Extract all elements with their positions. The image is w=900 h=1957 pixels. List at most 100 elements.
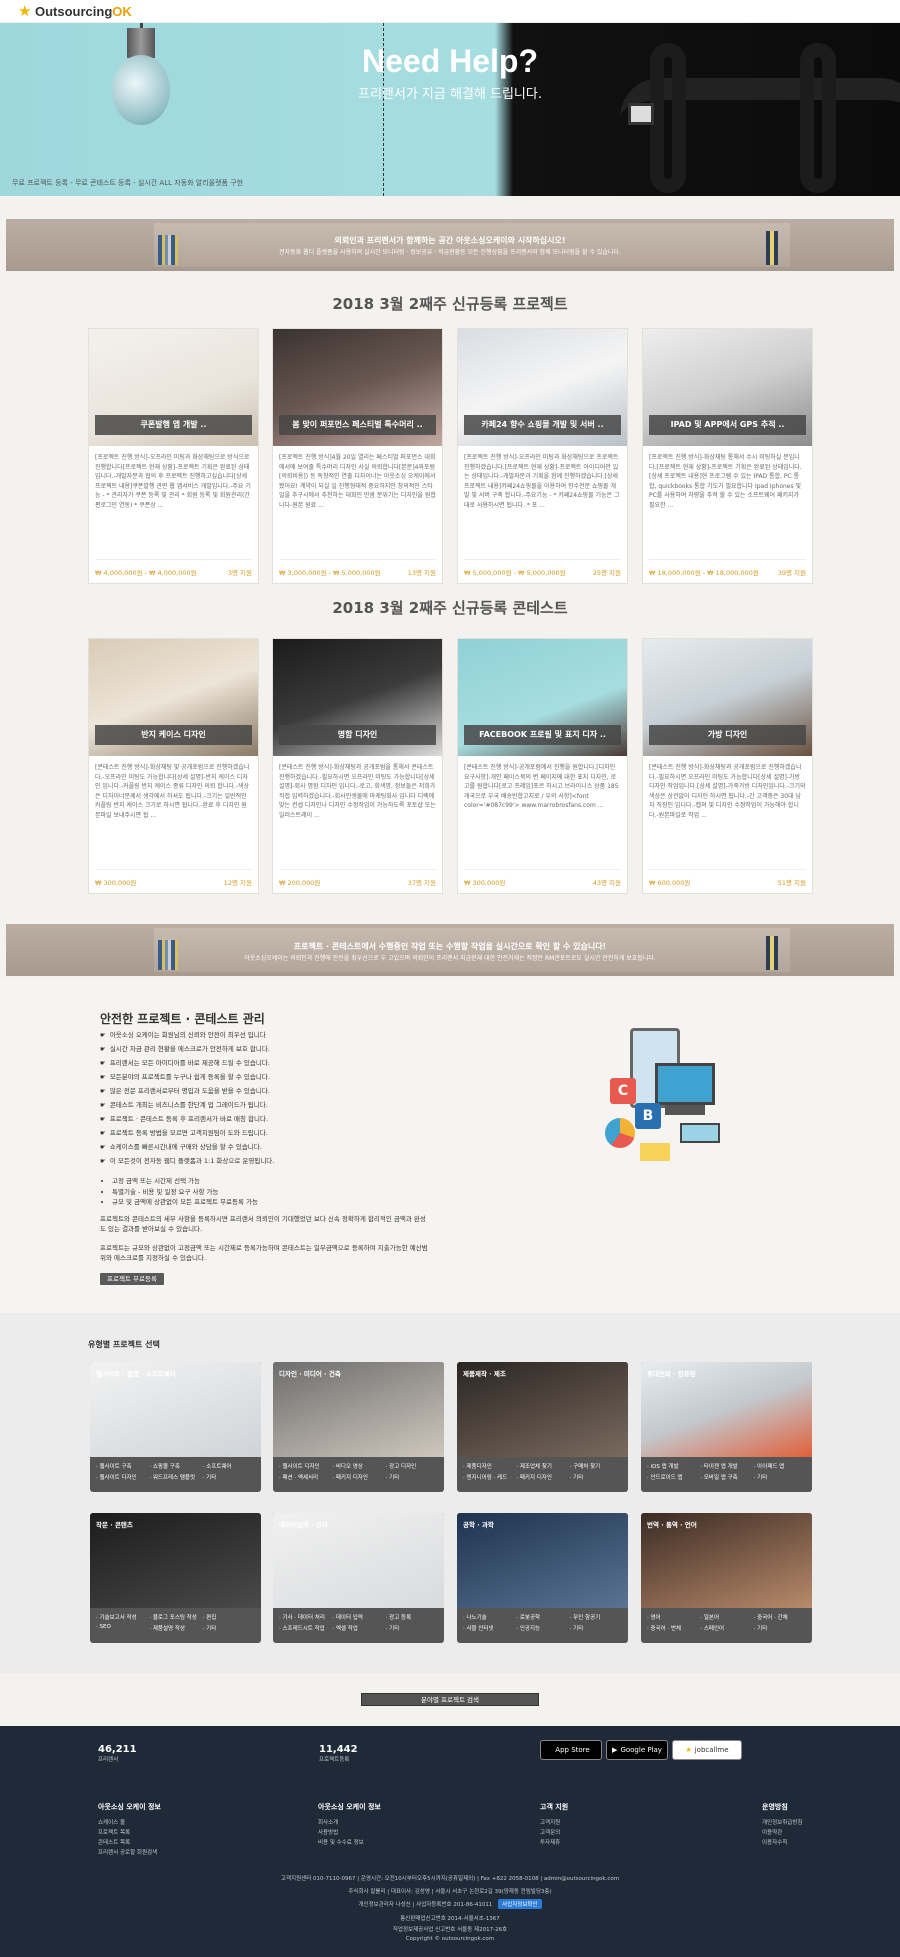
- category-label[interactable]: 휴대전화 · 컴퓨팅: [647, 1368, 696, 1378]
- jobcallme-button[interactable]: ★ jobcallme: [672, 1740, 742, 1760]
- category-card[interactable]: 디자인 · 미디어 · 건축 · 웹사이트 디자인 · 비디오 영상 · 광고 디자인…: [273, 1362, 444, 1492]
- category-label[interactable]: 데이터입력 · 관리: [279, 1519, 328, 1529]
- footer-link[interactable]: 비용 및 수수료 정보: [318, 1838, 381, 1848]
- project-title[interactable]: 카페24 향수 쇼핑몰 개발 및 서버 ..: [464, 415, 621, 435]
- app-store-button[interactable]: App Store: [540, 1740, 602, 1760]
- category-link[interactable]: · 제품디자인: [463, 1462, 516, 1470]
- category-link[interactable]: · 기타: [203, 1473, 256, 1481]
- contest-title[interactable]: 가방 디자인: [649, 725, 806, 745]
- category-card[interactable]: 웹사이트 · 웹앱 · 소프트웨어 · 웹사이트 구축 · 쇼핑몰 구축 · 소프트웨…: [90, 1362, 261, 1492]
- contest-title[interactable]: 반지 케이스 디자인: [95, 725, 252, 745]
- category-link[interactable]: · 타이젠 앱 개발: [700, 1462, 753, 1470]
- category-link[interactable]: · 모바일 앱 구축: [700, 1473, 753, 1481]
- category-link[interactable]: · 엔지니어링 · 케드: [463, 1473, 516, 1481]
- contest-title[interactable]: FACEBOOK 프로필 및 표지 디자 ..: [464, 725, 621, 745]
- contest-card[interactable]: FACEBOOK 프로필 및 표지 디자 .. [콘테스트 진행 방식]-공개포럼…: [457, 638, 628, 894]
- category-link[interactable]: · 기술보고서 작성: [96, 1613, 149, 1621]
- category-link[interactable]: · 안드로이드 앱: [647, 1473, 700, 1481]
- category-card[interactable]: 데이터입력 · 관리 · 기사 · 데이터 처리 · 데이터 입력 · 광고 등록 · …: [273, 1513, 444, 1643]
- contest-card[interactable]: 가방 디자인 [콘테스트 진행 방식]-화상채팅과 공개포럼으로 진행하겠습니다.…: [642, 638, 813, 894]
- category-link[interactable]: · 웹사이트 디자인: [96, 1473, 149, 1481]
- footer-link[interactable]: 이용약관: [762, 1828, 802, 1838]
- category-link[interactable]: · 스페인어: [700, 1624, 753, 1632]
- category-card[interactable]: 작문 · 콘텐츠 · 기술보고서 작성 · 블로그 포스팅 작성 · 편집 · SEO ·…: [90, 1513, 261, 1643]
- project-card[interactable]: IPAD 및 APP에서 GPS 추적 .. [프로젝트 진행 방식]-화상채팅 …: [642, 328, 813, 584]
- category-link[interactable]: · 기타: [754, 1624, 807, 1632]
- footer-link[interactable]: 개인정보취급방침: [762, 1818, 802, 1828]
- contest-card[interactable]: 명함 디자인 [콘테스트 진행 방식]-화상채팅과 공개포럼을 통해서 콘테스트 …: [272, 638, 443, 894]
- category-link[interactable]: · 패키지 디자인: [332, 1473, 385, 1481]
- category-link[interactable]: · 기타: [203, 1624, 256, 1632]
- category-link[interactable]: · 기타: [754, 1473, 807, 1481]
- category-link[interactable]: · 아이패드 앱: [754, 1462, 807, 1470]
- category-link[interactable]: · iOS 앱 개발: [647, 1462, 700, 1470]
- category-link[interactable]: · 영어: [647, 1613, 700, 1621]
- project-card[interactable]: 카페24 향수 쇼핑몰 개발 및 서버 .. [프로젝트 진행 방식]-오프라인 …: [457, 328, 628, 584]
- google-play-button[interactable]: ▶ Google Play: [606, 1740, 668, 1760]
- footer-link[interactable]: 이용자수칙: [762, 1838, 802, 1848]
- category-link[interactable]: · 기사 · 데이터 처리: [279, 1613, 332, 1621]
- category-link[interactable]: · 워드프레스 템플릿: [149, 1473, 202, 1481]
- category-link[interactable]: · 패션 · 액세서리: [279, 1473, 332, 1481]
- category-link[interactable]: · 구매처 찾기: [570, 1462, 623, 1470]
- category-link[interactable]: · 소프트웨어: [203, 1462, 256, 1470]
- category-link[interactable]: · 광고 등록: [386, 1613, 439, 1621]
- category-link[interactable]: · 비디오 영상: [332, 1462, 385, 1470]
- project-title[interactable]: IPAD 및 APP에서 GPS 추적 ..: [649, 415, 806, 435]
- category-link[interactable]: · 블로그 포스팅 작성: [149, 1613, 202, 1621]
- category-link[interactable]: · 광고 디자인: [386, 1462, 439, 1470]
- footer-link[interactable]: 프로젝트 목록: [98, 1828, 161, 1838]
- category-link[interactable]: · 사물 인터넷: [463, 1624, 516, 1632]
- footer-link[interactable]: 고객문의: [540, 1828, 568, 1838]
- contest-card[interactable]: 반지 케이스 디자인 [콘테스트 진행 방식]-화상채팅 및 공개포럼으로 진행하…: [88, 638, 259, 894]
- register-project-button[interactable]: 프로젝트 무료등록: [100, 1273, 164, 1285]
- category-link[interactable]: · 기타: [386, 1473, 439, 1481]
- footer-link[interactable]: 고객지원: [540, 1818, 568, 1828]
- category-link[interactable]: · SEO: [96, 1624, 149, 1632]
- contest-title[interactable]: 명함 디자인: [279, 725, 436, 745]
- category-link[interactable]: · 편집: [203, 1613, 256, 1621]
- business-info-button[interactable]: 사업자정보확인: [498, 1899, 542, 1909]
- project-card[interactable]: 쿠폰발행 앱 개발 .. [프로젝트 진행 방식]-오프라인 미팅과 화상채팅으로…: [88, 328, 259, 584]
- category-link[interactable]: · 중국어 · 번체: [647, 1624, 700, 1632]
- site-logo[interactable]: ★ OutsourcingOK: [18, 3, 132, 19]
- project-title[interactable]: 봄 맞이 퍼포먼스 페스티벌 특수머리 ..: [279, 415, 436, 435]
- project-card[interactable]: 봄 맞이 퍼포먼스 페스티벌 특수머리 .. [프로젝트 진행 방식]4월 20일…: [272, 328, 443, 584]
- footer-link[interactable]: 투자제휴: [540, 1838, 568, 1848]
- category-link[interactable]: · 제품설명 작성: [149, 1624, 202, 1632]
- category-link[interactable]: · 중국어 · 간체: [754, 1613, 807, 1621]
- footer-link[interactable]: 프리랜서 공로할 회원검색: [98, 1848, 161, 1858]
- category-link[interactable]: · 인공지능: [516, 1624, 569, 1632]
- category-link[interactable]: · 패키지 디자인: [516, 1473, 569, 1481]
- category-label[interactable]: 디자인 · 미디어 · 건축: [279, 1368, 341, 1378]
- category-card[interactable]: 번역 · 통역 · 언어 · 영어 · 일본어 · 중국어 · 간체 · 중국어 · 번…: [641, 1513, 812, 1643]
- category-link[interactable]: · 나노기술: [463, 1613, 516, 1621]
- category-link[interactable]: · 기타: [386, 1624, 439, 1632]
- footer-link[interactable]: 회사소개: [318, 1818, 381, 1828]
- category-link[interactable]: · 제조업체 찾기: [516, 1462, 569, 1470]
- category-label[interactable]: 번역 · 통역 · 언어: [647, 1519, 697, 1529]
- category-link[interactable]: · 쇼핑몰 구축: [149, 1462, 202, 1470]
- category-label[interactable]: 공학 · 과학: [463, 1519, 494, 1529]
- category-link[interactable]: · 데이터 입력: [332, 1613, 385, 1621]
- category-link[interactable]: · 로봇공학: [516, 1613, 569, 1621]
- category-label[interactable]: 제품제작 · 제조: [463, 1368, 506, 1378]
- project-title[interactable]: 쿠폰발행 앱 개발 ..: [95, 415, 252, 435]
- category-label[interactable]: 웹사이트 · 웹앱 · 소프트웨어: [96, 1368, 176, 1378]
- category-link[interactable]: · 웹사이트 디자인: [279, 1462, 332, 1470]
- category-link[interactable]: · 무인 항공기: [570, 1613, 623, 1621]
- category-link[interactable]: · 스프레드시트 작업: [279, 1624, 332, 1632]
- category-search-button[interactable]: 분야별 프로젝트 검색: [361, 1693, 539, 1706]
- category-card[interactable]: 제품제작 · 제조 · 제품디자인 · 제조업체 찾기 · 구매처 찾기 · 엔지니어링…: [457, 1362, 628, 1492]
- category-card[interactable]: 휴대전화 · 컴퓨팅 · iOS 앱 개발 · 타이젠 앱 개발 · 아이패드 앱 · …: [641, 1362, 812, 1492]
- footer-link[interactable]: 콘테스트 목록: [98, 1838, 161, 1848]
- category-link[interactable]: · 기타: [570, 1624, 623, 1632]
- footer-link[interactable]: 사용방법: [318, 1828, 381, 1838]
- category-link[interactable]: · 기타: [570, 1473, 623, 1481]
- footer-link[interactable]: 쇼케이스 몰: [98, 1818, 161, 1828]
- category-link[interactable]: · 일본어: [700, 1613, 753, 1621]
- category-card[interactable]: 공학 · 과학 · 나노기술 · 로봇공학 · 무인 항공기 · 사물 인터넷 · 인공지…: [457, 1513, 628, 1643]
- category-link[interactable]: · 웹사이트 구축: [96, 1462, 149, 1470]
- category-link[interactable]: · 엑셀 작업: [332, 1624, 385, 1632]
- category-label[interactable]: 작문 · 콘텐츠: [96, 1519, 133, 1529]
